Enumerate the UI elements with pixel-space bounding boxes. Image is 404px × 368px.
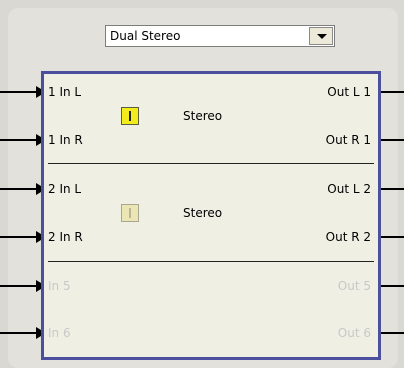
- output-label-2: Out R 1: [325, 133, 371, 147]
- channel-1-mode-label: Stereo: [183, 109, 223, 123]
- output-label-1: Out L 1: [327, 85, 371, 99]
- input-label-5: In 5: [48, 279, 71, 293]
- output-1-line: [380, 91, 404, 93]
- channel-2-toggle-button[interactable]: [121, 204, 139, 222]
- input-label-2: 1 In R: [48, 133, 83, 147]
- routing-block: 1 In L 1 In R 2 In L 2 In R In 5 In 6 Ou…: [41, 71, 381, 360]
- output-5-line: [380, 285, 404, 287]
- output-2-line: [380, 139, 404, 141]
- input-5-arrow-icon: [0, 280, 46, 292]
- input-label-3: 2 In L: [48, 182, 82, 196]
- input-label-4: 2 In R: [48, 230, 83, 244]
- output-label-6: Out 6: [337, 326, 371, 340]
- input-label-1: 1 In L: [48, 85, 82, 99]
- output-label-4: Out R 2: [325, 230, 371, 244]
- input-label-6: In 6: [48, 326, 71, 340]
- output-label-3: Out L 2: [327, 182, 371, 196]
- input-4-arrow-icon: [0, 231, 46, 243]
- input-1-arrow-icon: [0, 86, 46, 98]
- mode-select[interactable]: Dual Stereo: [105, 25, 335, 47]
- chevron-down-icon[interactable]: [309, 27, 333, 45]
- output-3-line: [380, 188, 404, 190]
- output-4-line: [380, 236, 404, 238]
- input-3-arrow-icon: [0, 183, 46, 195]
- input-6-arrow-icon: [0, 327, 46, 339]
- channel-divider: [48, 261, 374, 262]
- mode-select-value: Dual Stereo: [110, 29, 181, 43]
- channel-2-mode-label: Stereo: [183, 206, 223, 220]
- output-6-line: [380, 332, 404, 334]
- output-label-5: Out 5: [337, 279, 371, 293]
- channel-divider: [48, 163, 374, 164]
- input-2-arrow-icon: [0, 134, 46, 146]
- channel-1-toggle-button[interactable]: [121, 107, 139, 125]
